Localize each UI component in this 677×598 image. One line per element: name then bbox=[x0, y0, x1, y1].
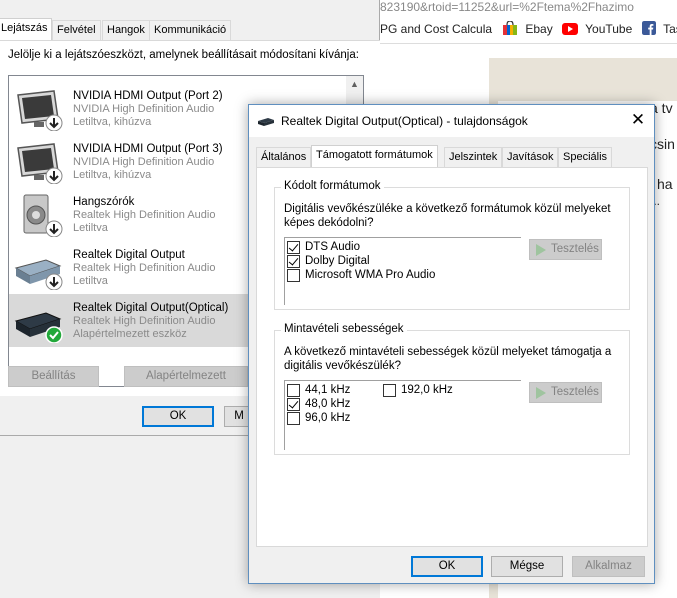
checkbox-label: Dolby Digital bbox=[305, 255, 370, 267]
bookmark-label: YouTube bbox=[585, 22, 633, 36]
bookmark-pg-cost[interactable]: PG and Cost Calcula bbox=[380, 21, 492, 37]
checkbox-box bbox=[287, 269, 300, 282]
optical-output-icon bbox=[14, 312, 63, 343]
close-icon[interactable]: ✕ bbox=[622, 105, 654, 137]
device-name: NVIDIA HDMI Output (Port 3) bbox=[73, 143, 223, 155]
group-description: A következő mintavételi sebességek közül… bbox=[284, 346, 612, 372]
sample-rate-options-list: 44,1 kHz 48,0 kHz 96,0 kHz 192,0 kHz bbox=[284, 380, 521, 450]
sound-ok-button[interactable]: OK bbox=[142, 406, 214, 427]
checkbox-label: 48,0 kHz bbox=[305, 398, 351, 410]
group-legend: Mintavételi sebességek bbox=[281, 323, 407, 335]
checkbox-box bbox=[287, 398, 300, 411]
checkbox-box bbox=[287, 384, 300, 397]
checkbox-label: Microsoft WMA Pro Audio bbox=[305, 269, 436, 281]
play-icon bbox=[536, 244, 546, 256]
test-label: Tesztelés bbox=[551, 243, 599, 255]
scroll-up-icon[interactable]: ▲ bbox=[346, 76, 363, 93]
monitor-icon bbox=[17, 143, 63, 184]
sound-tabs: Lejátszás Felvétel Hangok Kommunikáció bbox=[0, 18, 380, 42]
sample-rates-group: Mintavételi sebességek A következő minta… bbox=[274, 323, 630, 455]
title-bar[interactable]: Realtek Digital Output(Optical) - tulajd… bbox=[249, 105, 654, 137]
tab-levels[interactable]: Jelszintek bbox=[444, 147, 503, 167]
format-options-list: DTS Audio Dolby Digital Microsoft WMA Pr… bbox=[284, 237, 521, 305]
encoded-formats-group: Kódolt formátumok Digitális vevőkészülék… bbox=[274, 180, 630, 310]
tab-supported-formats[interactable]: Támogatott formátumok bbox=[311, 145, 438, 167]
checkbox-label: DTS Audio bbox=[305, 241, 360, 253]
page-text-fragment: ha bbox=[657, 176, 673, 192]
checkbox-box bbox=[287, 412, 300, 425]
monitor-icon bbox=[17, 90, 63, 131]
checkbox-label: 192,0 kHz bbox=[401, 384, 453, 396]
tab-sounds[interactable]: Hangok bbox=[102, 20, 150, 40]
bookmark-label: Ebay bbox=[525, 22, 553, 36]
group-legend: Kódolt formátumok bbox=[281, 180, 384, 192]
apply-button[interactable]: Alkalmaz bbox=[572, 556, 645, 577]
checkbox-box bbox=[287, 255, 300, 268]
bookmark-facebook[interactable]: Tas bbox=[642, 21, 677, 37]
tab-playback[interactable]: Lejátszás bbox=[0, 18, 53, 40]
device-status: Letiltva, kihúzva bbox=[73, 116, 152, 128]
device-driver: NVIDIA High Definition Audio bbox=[73, 103, 215, 115]
device-name: Hangszórók bbox=[73, 196, 135, 208]
tab-recording[interactable]: Felvétel bbox=[52, 20, 101, 40]
checkbox-label: 44,1 kHz bbox=[305, 384, 351, 396]
youtube-icon bbox=[562, 23, 578, 35]
device-status: Alapértelmezett eszköz bbox=[73, 328, 187, 340]
device-name: Realtek Digital Output bbox=[73, 249, 185, 261]
url-text: 823190&rtoid=11252&url=%2Ftema%2Fhazimo bbox=[380, 0, 634, 14]
tab-enhancements[interactable]: Javítások bbox=[502, 147, 559, 167]
checkbox-box bbox=[287, 241, 300, 254]
bookmark-label: Tas bbox=[663, 22, 677, 36]
set-default-button[interactable]: Alapértelmezett bbox=[124, 366, 248, 387]
tab-general[interactable]: Általános bbox=[256, 147, 312, 167]
device-name: NVIDIA HDMI Output (Port 2) bbox=[73, 90, 223, 102]
bookmark-label: PG and Cost Calcula bbox=[380, 22, 493, 36]
ok-button[interactable]: OK bbox=[411, 556, 483, 577]
supported-formats-panel: Kódolt formátumok Digitális vevőkészülék… bbox=[256, 167, 648, 547]
device-driver: Realtek High Definition Audio bbox=[73, 209, 216, 221]
bookmark-ebay[interactable]: Ebay bbox=[502, 21, 553, 37]
device-status: Letiltva, kihúzva bbox=[73, 169, 152, 181]
ebay-bag-icon bbox=[503, 21, 517, 35]
facebook-icon bbox=[642, 21, 656, 35]
device-driver: Realtek High Definition Audio bbox=[73, 262, 216, 274]
digital-output-icon bbox=[14, 259, 63, 290]
realtek-properties-dialog: Realtek Digital Output(Optical) - tulajd… bbox=[248, 104, 655, 584]
speaker-icon bbox=[23, 194, 63, 237]
checkbox-label: 96,0 kHz bbox=[305, 412, 351, 424]
device-name: Realtek Digital Output(Optical) bbox=[73, 302, 229, 314]
optical-output-icon bbox=[258, 118, 274, 126]
bookmark-youtube[interactable]: YouTube bbox=[562, 21, 632, 37]
test-formats-button[interactable]: Tesztelés bbox=[529, 239, 602, 260]
device-driver: NVIDIA High Definition Audio bbox=[73, 156, 215, 168]
group-description: Digitális vevőkészüléke a következő form… bbox=[284, 203, 611, 229]
configure-button[interactable]: Beállítás bbox=[8, 366, 99, 387]
checkbox-box bbox=[383, 384, 396, 397]
properties-tabs: Általános Támogatott formátumok Jelszint… bbox=[256, 145, 646, 169]
device-status: Letiltva bbox=[73, 222, 108, 234]
dialog-title: Realtek Digital Output(Optical) - tulajd… bbox=[281, 114, 528, 128]
test-label: Tesztelés bbox=[551, 386, 599, 398]
tab-advanced[interactable]: Speciális bbox=[558, 147, 613, 167]
address-bar[interactable]: 823190&rtoid=11252&url=%2Ftema%2Fhazimo bbox=[380, 0, 677, 14]
test-sample-rates-button[interactable]: Tesztelés bbox=[529, 382, 602, 403]
instruction-text: Jelölje ki a lejátszóeszközt, amelynek b… bbox=[8, 49, 359, 61]
device-status: Letiltva bbox=[73, 275, 108, 287]
tab-communications[interactable]: Kommunikáció bbox=[149, 20, 232, 40]
bookmarks-bar: PG and Cost Calcula Ebay YouTube Ta bbox=[380, 14, 677, 44]
device-driver: Realtek High Definition Audio bbox=[73, 315, 216, 327]
cancel-button[interactable]: Mégse bbox=[491, 556, 563, 577]
play-icon bbox=[536, 387, 546, 399]
